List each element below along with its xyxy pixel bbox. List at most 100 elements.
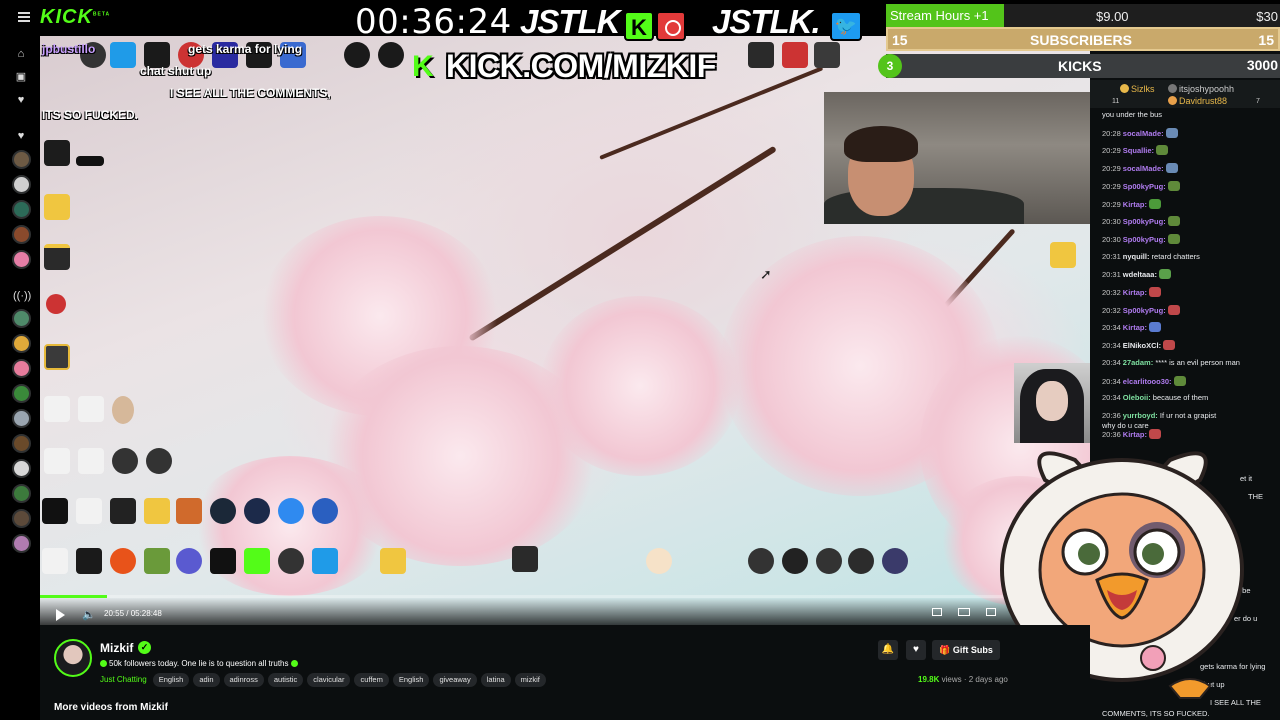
file-icon[interactable] [78, 396, 104, 422]
steam-icon[interactable] [210, 498, 236, 524]
folder-icon[interactable] [44, 194, 70, 220]
gifter-item[interactable]: Davidrust88 [1168, 96, 1227, 106]
desktop-app-icon[interactable] [816, 548, 842, 574]
desktop-app-icon[interactable] [76, 156, 104, 166]
followed-channel-avatar[interactable] [12, 200, 31, 219]
seek-bar[interactable] [40, 595, 1090, 598]
rocket-league-icon[interactable] [312, 498, 338, 524]
desktop-app-icon[interactable] [782, 548, 808, 574]
channel-name[interactable]: Mizkif [100, 641, 133, 655]
desktop-app-icon[interactable] [748, 548, 774, 574]
recommended-channel-avatar[interactable] [12, 484, 31, 503]
desktop-app-icon[interactable] [46, 294, 66, 314]
tag-chip[interactable]: clavicular [307, 673, 351, 687]
recommended-channel-avatar[interactable] [12, 434, 31, 453]
chat-username[interactable]: Kirtap: [1123, 430, 1147, 439]
menu-icon[interactable] [18, 12, 30, 22]
tag-chip[interactable]: cuffem [354, 673, 389, 687]
tag-chip[interactable]: English [392, 673, 430, 687]
folder-icon[interactable] [144, 498, 170, 524]
followed-channel-avatar[interactable] [12, 225, 31, 244]
chat-username[interactable]: Oleboii: [1123, 393, 1151, 402]
desktop-app-icon[interactable] [110, 548, 136, 574]
desktop-app-icon[interactable] [344, 42, 370, 68]
desktop-app-icon[interactable] [646, 548, 672, 574]
recommended-channel-avatar[interactable] [12, 459, 31, 478]
tag-chip[interactable]: mizkif [514, 673, 546, 687]
tag-chip[interactable]: autistic [267, 673, 304, 687]
chat-username[interactable]: 27adam: [1123, 358, 1153, 367]
desktop-app-icon[interactable] [44, 344, 70, 370]
chat-username[interactable]: yurrboyd: [1123, 411, 1158, 420]
volume-icon[interactable]: 🔈 [82, 608, 96, 621]
recommended-channel-avatar[interactable] [12, 309, 31, 328]
chat-username[interactable]: Sp00kyPug: [1123, 306, 1166, 315]
category-link[interactable]: Just Chatting [100, 673, 147, 687]
gifter-item[interactable]: itsjoshypoohh [1168, 84, 1234, 94]
chat-username[interactable]: Sp00kyPug: [1123, 235, 1166, 244]
following-icon[interactable]: ♥ [13, 92, 29, 108]
recommended-channel-avatar[interactable] [12, 359, 31, 378]
chat-username[interactable]: ElNikoXCl: [1123, 341, 1161, 350]
followed-channel-avatar[interactable] [12, 150, 31, 169]
desktop-app-icon[interactable] [144, 548, 170, 574]
file-icon[interactable] [44, 396, 70, 422]
tiktok-icon[interactable] [42, 498, 68, 524]
notification-bell-icon[interactable]: 🔔 [878, 640, 898, 660]
desktop-app-icon[interactable] [748, 42, 774, 68]
wow-icon[interactable] [112, 448, 138, 474]
tag-chip[interactable]: English [152, 673, 190, 687]
desktop-app-icon[interactable] [44, 140, 70, 166]
tag-chip[interactable]: adinross [223, 673, 264, 687]
desktop-app-icon[interactable] [278, 548, 304, 574]
gift-subs-button[interactable]: 🎁 Gift Subs [932, 640, 1000, 660]
follow-heart-icon[interactable]: ♥ [906, 640, 926, 660]
desktop-app-icon[interactable] [278, 498, 304, 524]
kick-logo[interactable]: KICKBETA [40, 6, 110, 29]
desktop-app-icon[interactable] [210, 548, 236, 574]
video-player[interactable]: K KICK.COM/MIZKIF jpbustillo gets karma … [40, 36, 1090, 625]
folder-icon[interactable] [1050, 242, 1076, 268]
recommended-channel-avatar[interactable] [12, 384, 31, 403]
desktop-app-icon[interactable] [244, 498, 270, 524]
kick-app-icon[interactable] [244, 548, 270, 574]
desktop-app-icon[interactable] [782, 42, 808, 68]
chat-username[interactable]: wdeltaaa: [1123, 270, 1157, 279]
tag-chip[interactable]: giveaway [433, 673, 477, 687]
home-icon[interactable]: ⌂ [13, 46, 29, 62]
desktop-app-icon[interactable] [176, 548, 202, 574]
chat-username[interactable]: Kirtap: [1123, 200, 1147, 209]
tag-chip[interactable]: latina [480, 673, 511, 687]
gifter-item[interactable]: Sizlks [1120, 84, 1155, 94]
recommended-channel-avatar[interactable] [12, 334, 31, 353]
chat-username[interactable]: Squallie: [1123, 146, 1154, 155]
theater-mode-icon[interactable] [958, 608, 970, 616]
recommended-channel-avatar[interactable] [12, 534, 31, 553]
folder-icon[interactable] [380, 548, 406, 574]
chat-username[interactable]: Sp00kyPug: [1123, 182, 1166, 191]
desktop-app-icon[interactable] [512, 546, 538, 572]
file-icon[interactable] [44, 448, 70, 474]
followed-channel-avatar[interactable] [12, 175, 31, 194]
desktop-app-icon[interactable] [882, 548, 908, 574]
chat-username[interactable]: socalMade: [1123, 164, 1164, 173]
chat-username[interactable]: Kirtap: [1123, 288, 1147, 297]
folder-icon[interactable] [44, 244, 70, 270]
chat-username[interactable]: Sp00kyPug: [1123, 217, 1166, 226]
epic-games-icon[interactable] [110, 498, 136, 524]
chat-username[interactable]: socalMade: [1123, 129, 1164, 138]
file-icon[interactable] [78, 448, 104, 474]
chat-username[interactable]: elcarlitooo30: [1123, 377, 1172, 386]
chat-username[interactable]: nyquill: [1123, 252, 1150, 261]
desktop-app-icon[interactable] [814, 42, 840, 68]
chat-username[interactable]: Kirtap: [1123, 323, 1147, 332]
play-icon[interactable] [56, 609, 65, 621]
desktop-app-icon[interactable] [110, 42, 136, 68]
desktop-app-icon[interactable] [378, 42, 404, 68]
file-icon[interactable] [42, 548, 68, 574]
channel-avatar[interactable] [54, 639, 92, 677]
desktop-app-icon[interactable] [76, 548, 102, 574]
desktop-app-icon[interactable] [848, 548, 874, 574]
recommended-channel-avatar[interactable] [12, 409, 31, 428]
tag-chip[interactable]: adin [193, 673, 220, 687]
